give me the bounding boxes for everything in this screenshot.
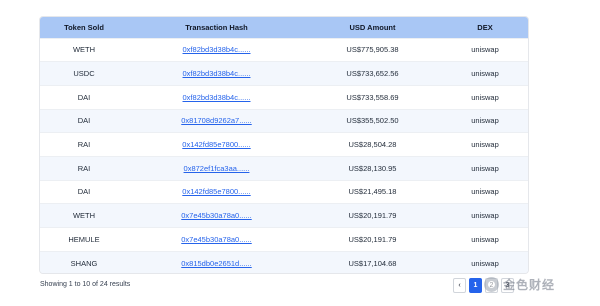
table-row: RAI 0x142fd85e7800...... US$28,504.28 unisw… [40,132,528,157]
usd-cell: US$775,905.38 [346,45,399,55]
hash-cell: 0x815db0e2651d...... [128,251,305,273]
usd-cell: US$733,652.56 [346,69,399,79]
transaction-hash-link[interactable]: 0x142fd85e7800...... [182,187,250,196]
transactions-table-container: Token Sold Transaction Hash USD Amount D… [39,16,529,274]
usd-cell: US$733,558.69 [346,92,399,102]
dex-cell: uniswap [471,163,499,173]
transaction-hash-link[interactable]: 0x872ef1fca3aa...... [184,164,250,173]
hash-cell: 0x7e45b30a78a0...... [128,228,305,252]
header-transaction-hash: Transaction Hash [185,22,248,32]
transaction-hash-link[interactable]: 0xf82bd3d38b4c...... [183,93,251,102]
page-1-button[interactable]: 1 [469,278,482,293]
dex-cell: uniswap [471,234,499,244]
header-token-sold: Token Sold [64,22,104,32]
header-usd-amount: USD Amount [349,22,396,32]
dex-cell: uniswap [471,211,499,221]
table-row: WETH 0xf82bd3d38b4c...... US$775,905.38 uni… [40,38,528,62]
hash-cell: 0x142fd85e7800...... [128,180,305,204]
header-dex: DEX [477,22,493,32]
usd-cell: US$17,104.68 [348,258,397,268]
table-row: USDC 0xf82bd3d38b4c...... US$733,652.56 uni… [40,61,528,86]
token-cell: WETH [72,45,96,55]
page-3-button[interactable]: 3 [501,278,514,293]
usd-cell: US$20,191.79 [348,211,397,221]
table-row: HEMULE 0x7e45b30a78a0...... US$20,191.79 un… [40,227,528,252]
transaction-hash-link[interactable]: 0x7e45b30a78a0...... [181,235,251,244]
token-cell: RAI [77,163,91,173]
table-row: DAI 0x142fd85e7800...... US$21,495.18 unisw… [40,180,528,204]
transaction-hash-link[interactable]: 0x142fd85e7800...... [182,140,250,149]
transactions-table: Token Sold Transaction Hash USD Amount D… [40,17,528,273]
transaction-hash-link[interactable]: 0x7e45b30a78a0...... [181,211,251,220]
token-cell: WETH [72,211,96,221]
hash-cell: 0x872ef1fca3aa...... [128,156,305,180]
dex-cell: uniswap [471,116,499,126]
dex-cell: uniswap [471,45,499,55]
prev-page-button[interactable]: ‹ [453,278,466,293]
results-count: Showing 1 to 10 of 24 results [40,281,131,288]
dex-cell: uniswap [471,140,499,150]
token-cell: HEMULE [68,234,100,244]
table-row: SHANG 0x815db0e2651d...... US$17,104.68 uni… [40,251,528,273]
dex-cell: uniswap [471,92,499,102]
token-cell: DAI [77,92,91,102]
token-cell: DAI [77,187,91,197]
hash-cell: 0xf82bd3d38b4c...... [128,85,305,109]
table-header-row: Token Sold Transaction Hash USD Amount D… [40,17,528,38]
transaction-hash-link[interactable]: 0x815db0e2651d...... [181,259,251,268]
hash-cell: 0x142fd85e7800...... [128,133,305,157]
hash-cell: 0x7e45b30a78a0...... [128,204,305,228]
table-row: DAI 0x81708d9262a7...... US$355,502.50 unis… [40,109,528,133]
hash-cell: 0xf82bd3d38b4c...... [128,38,305,62]
table-row: RAI 0x872ef1fca3aa...... US$28,130.95 unisw… [40,156,528,181]
usd-cell: US$28,130.95 [348,163,397,173]
usd-cell: US$20,191.79 [348,234,397,244]
dex-cell: uniswap [471,187,499,197]
table-row: DAI 0xf82bd3d38b4c...... US$733,558.69 unis… [40,85,528,109]
page-2-button[interactable]: 2 [485,278,498,293]
pagination: ‹ 1 2 3 [453,278,514,293]
hash-cell: 0x81708d9262a7...... [128,109,305,133]
dex-cell: uniswap [471,69,499,79]
token-cell: DAI [77,116,91,126]
token-cell: USDC [73,69,95,79]
hash-cell: 0xf82bd3d38b4c...... [128,62,305,86]
dex-cell: uniswap [471,258,499,268]
table-row: WETH 0x7e45b30a78a0...... US$20,191.79 unis… [40,203,528,228]
token-cell: RAI [77,140,91,150]
transaction-hash-link[interactable]: 0xf82bd3d38b4c...... [183,69,251,78]
transaction-hash-link[interactable]: 0x81708d9262a7...... [181,116,251,125]
usd-cell: US$21,495.18 [348,187,397,197]
token-cell: SHANG [70,258,98,268]
usd-cell: US$355,502.50 [346,116,399,126]
usd-cell: US$28,504.28 [348,140,397,150]
transaction-hash-link[interactable]: 0xf82bd3d38b4c...... [183,45,251,54]
